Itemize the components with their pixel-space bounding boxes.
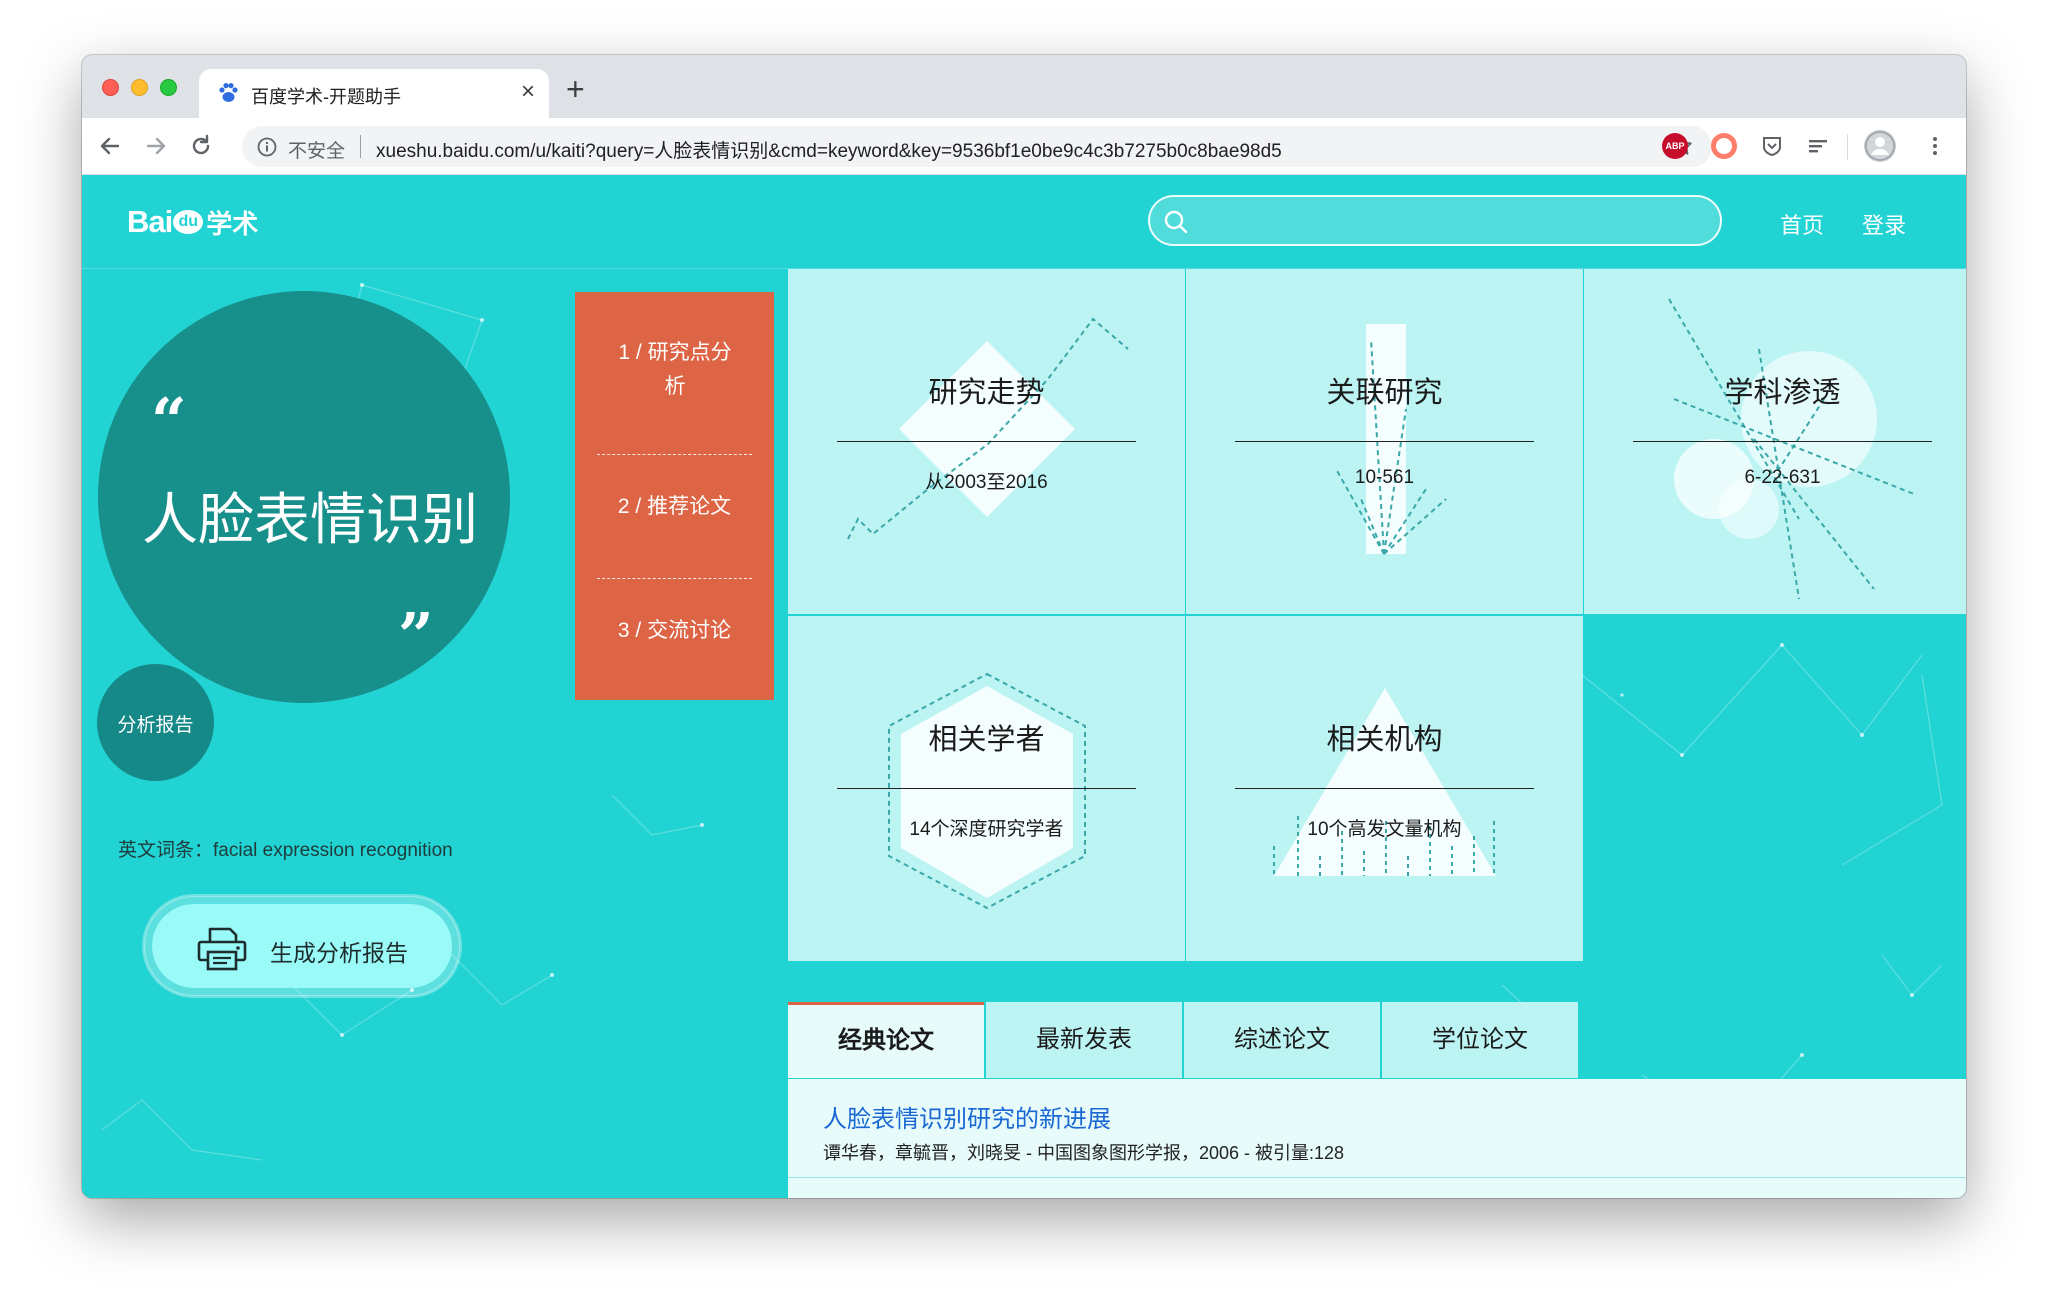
generate-report-button[interactable]: 生成分析报告 (144, 896, 460, 996)
card-divider (837, 788, 1136, 789)
menu-divider (597, 578, 752, 579)
card-title: 关联研究 (1326, 377, 1443, 409)
menu-item-research-points[interactable]: 1 / 研究点分析 (615, 336, 735, 404)
card-related-scholars[interactable]: 相关学者 14个深度研究学者 (788, 616, 1185, 961)
new-tab-button[interactable]: + (566, 71, 585, 107)
close-window-button[interactable] (102, 79, 119, 96)
list-extension-icon[interactable] (1805, 133, 1831, 159)
search-icon[interactable] (1162, 208, 1190, 236)
search-input[interactable] (1200, 205, 1700, 237)
tab-thesis-papers[interactable]: 学位论文 (1382, 1002, 1578, 1078)
nav-home-link[interactable]: 首页 (1780, 208, 1824, 240)
browser-tab[interactable]: 百度学术-开题助手 × (199, 69, 549, 118)
info-icon[interactable] (256, 136, 278, 158)
maximize-window-button[interactable] (160, 79, 177, 96)
tab-title: 百度学术-开题助手 (251, 87, 401, 107)
browser-window: 百度学术-开题助手 × + 不安全 xueshu.baidu.com/u/kai… (82, 55, 1966, 1198)
extension-ring-icon[interactable] (1711, 133, 1737, 159)
card-subtitle: 14个深度研究学者 (909, 819, 1064, 840)
tab-close-icon[interactable]: × (521, 78, 535, 106)
back-icon[interactable] (94, 130, 126, 162)
profile-icon[interactable] (1864, 130, 1896, 162)
generate-report-label: 生成分析报告 (270, 940, 408, 966)
menu-item-recommended-papers[interactable]: 2 / 推荐论文 (575, 490, 774, 524)
card-related-institutions[interactable]: 相关机构 10个高发文量机构 (1186, 616, 1583, 961)
card-subtitle: 10个高发文量机构 (1307, 819, 1462, 840)
paper-tabs: 经典论文 最新发表 综述论文 学位论文 (788, 1002, 1580, 1078)
forward-icon[interactable] (140, 130, 172, 162)
paper-title-link[interactable]: 人脸表情识别研究的新进展 (823, 1099, 1111, 1134)
card-subtitle: 6-22-631 (1744, 467, 1821, 488)
tab-strip: 百度学术-开题助手 × + (82, 55, 1966, 118)
search-box[interactable] (1148, 195, 1722, 246)
browser-toolbar: 不安全 xueshu.baidu.com/u/kaiti?query=人脸表情识… (82, 118, 1966, 175)
omnibox-divider (360, 135, 361, 158)
card-title: 相关学者 (928, 724, 1045, 756)
toolbar-divider (1847, 134, 1848, 160)
site-header: Bai du 学术 首页 登录 (82, 175, 1966, 269)
open-quote-icon: “ (151, 384, 187, 457)
security-label: 不安全 (288, 141, 346, 162)
card-research-trend[interactable]: 研究走势 从2003至2016 (788, 269, 1185, 614)
logo-paw: du (173, 210, 204, 234)
nav-login-link[interactable]: 登录 (1862, 208, 1906, 240)
menu-item-discussion[interactable]: 3 / 交流讨论 (575, 614, 774, 648)
url-text[interactable]: xueshu.baidu.com/u/kaiti?query=人脸表情识别&cm… (376, 136, 1282, 163)
card-divider (1235, 788, 1534, 789)
menu-divider (597, 454, 752, 455)
badge-label: 分析报告 (117, 715, 194, 736)
baidu-xueshu-logo[interactable]: Bai du 学术 (127, 197, 258, 247)
tab-review-papers[interactable]: 综述论文 (1184, 1002, 1380, 1078)
section-menu: 1 / 研究点分析 2 / 推荐论文 3 / 交流讨论 (575, 292, 774, 700)
page-content: Bai du 学术 首页 登录 “ ” 人脸表情识别 分析报告 英文词条：fac… (82, 175, 1966, 1198)
adblock-icon[interactable]: ABP (1662, 133, 1688, 159)
analysis-report-badge: 分析报告 (97, 664, 214, 781)
card-subtitle: 10-561 (1354, 467, 1415, 488)
paper-meta: 谭华春，章毓晋，刘晓旻 - 中国图象图形学报，2006 - 被引量:128 (823, 1143, 1345, 1163)
tab-classic-papers[interactable]: 经典论文 (788, 1002, 984, 1078)
card-discipline-penetration[interactable]: 学科渗透 6-22-631 (1584, 269, 1966, 614)
paper-results: 人脸表情识别研究的新进展 谭华春，章毓晋，刘晓旻 - 中国图象图形学报，2006… (788, 1079, 1966, 1198)
baidu-paw-icon (219, 83, 238, 102)
tab-latest-papers[interactable]: 最新发表 (986, 1002, 1182, 1078)
close-quote-icon: ” (398, 599, 434, 672)
card-divider (1633, 441, 1932, 442)
shield-extension-icon[interactable] (1759, 133, 1785, 159)
card-subtitle: 从2003至2016 (925, 472, 1048, 493)
printer-icon (197, 927, 247, 971)
card-title: 相关机构 (1326, 724, 1443, 756)
reload-icon[interactable] (185, 130, 217, 162)
card-related-research[interactable]: 关联研究 10-561 (1186, 269, 1583, 614)
result-divider (788, 1177, 1966, 1178)
card-divider (1235, 441, 1534, 442)
card-title: 学科渗透 (1724, 377, 1841, 409)
topic-keyword: 人脸表情识别 (142, 488, 478, 551)
minimize-window-button[interactable] (131, 79, 148, 96)
address-bar[interactable]: 不安全 xueshu.baidu.com/u/kaiti?query=人脸表情识… (242, 126, 1712, 167)
card-title: 研究走势 (928, 377, 1045, 409)
menu-kebab-icon[interactable] (1922, 133, 1948, 159)
card-divider (837, 441, 1136, 442)
english-term: 英文词条：facial expression recognition (118, 840, 453, 861)
